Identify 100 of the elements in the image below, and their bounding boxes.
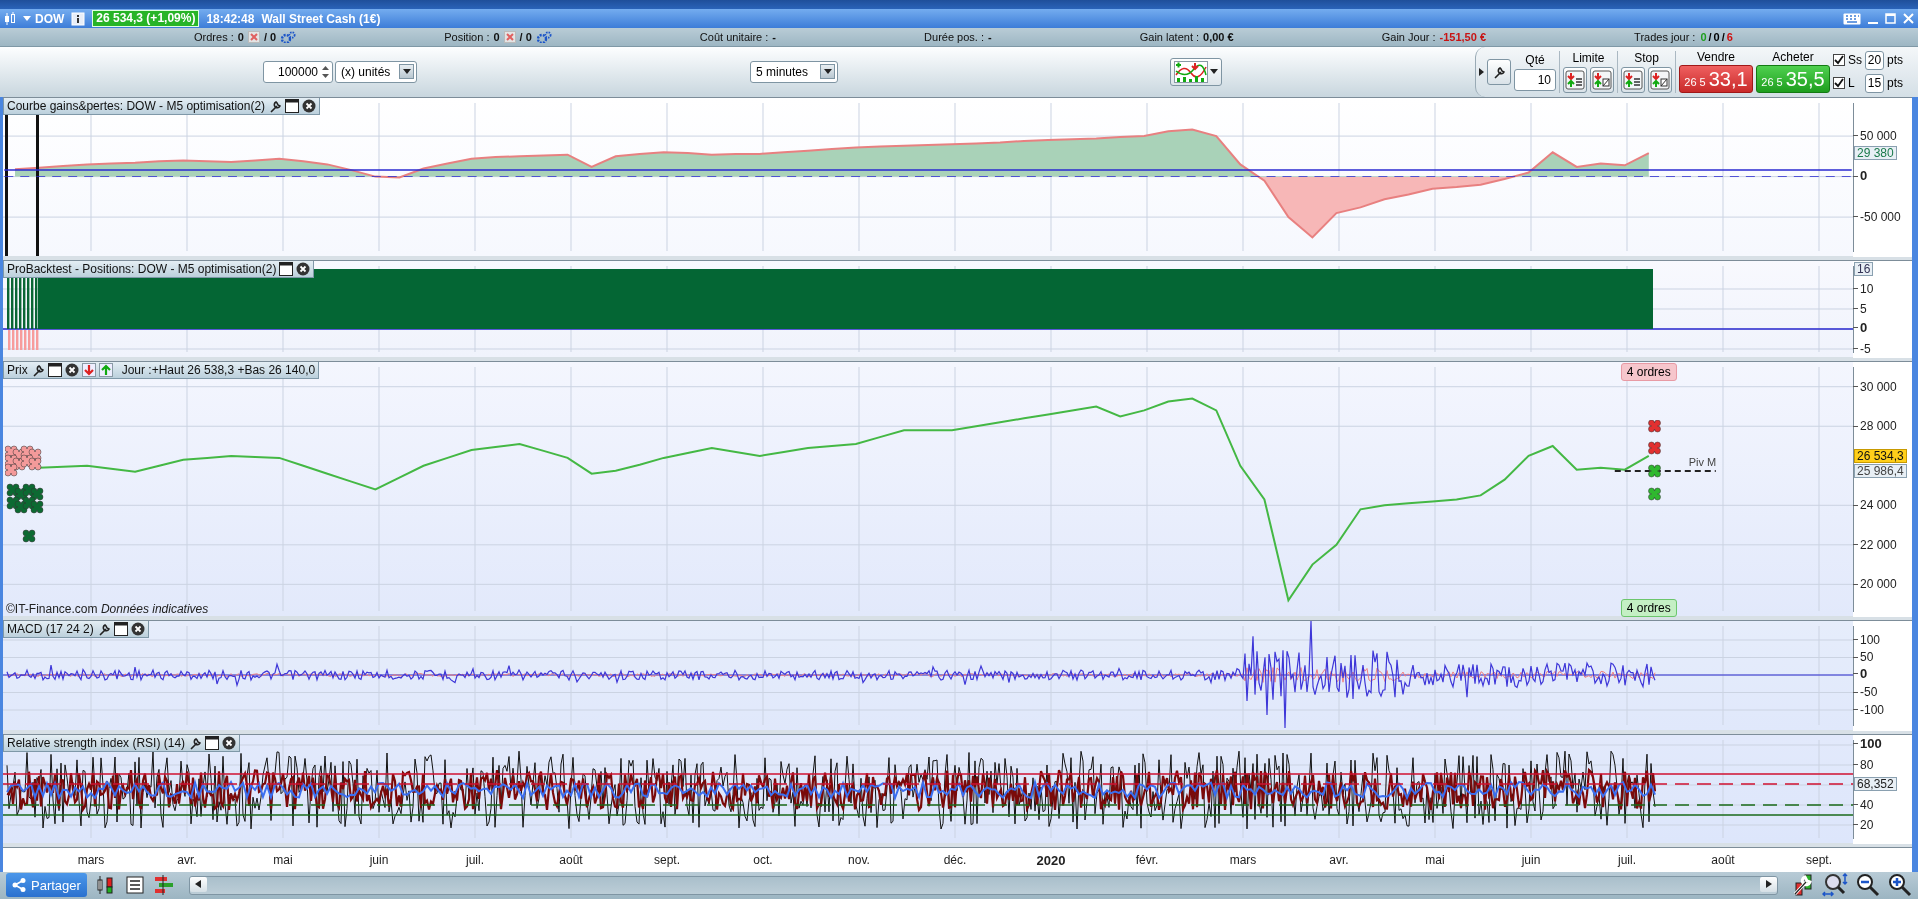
stat-label: Coût unitaire : (699, 30, 769, 43)
stat-label: Gain latent : (1139, 30, 1200, 43)
checkbox-label: Ss (1848, 53, 1862, 68)
unit-dropdown[interactable]: (x) unités (335, 60, 417, 83)
chart-settings-icon[interactable] (1792, 873, 1814, 898)
zoom-fit-icon[interactable] (1822, 873, 1848, 898)
stat-label: Gain Jour : (1381, 30, 1436, 43)
share-button[interactable]: Partager (6, 873, 87, 898)
limit-order-button[interactable] (1590, 66, 1614, 93)
axis-label: 0 (1853, 666, 1868, 681)
stat-value: 0 (493, 30, 500, 43)
checkbox-label: L (1848, 76, 1856, 91)
close-icon[interactable] (302, 98, 317, 113)
order-icon (1565, 69, 1585, 90)
panel-title: Prix (7, 362, 28, 377)
caret-icon (823, 69, 832, 75)
axis-label: 30 000 (1853, 379, 1897, 394)
gear-icon[interactable] (280, 30, 297, 43)
cross-icon[interactable] (247, 30, 260, 43)
axis-label: 20 (1853, 817, 1874, 832)
stop-order-button[interactable] (1621, 66, 1645, 93)
axis-label: 80 (1853, 757, 1874, 772)
maximize-icon[interactable] (1885, 12, 1896, 25)
time-axis-label: mai (1425, 852, 1445, 867)
settings-button[interactable] (1487, 58, 1511, 85)
buy-order-icon[interactable] (98, 362, 113, 377)
caret-icon (402, 69, 411, 75)
window-icon[interactable] (279, 261, 294, 276)
window-icon[interactable] (113, 621, 128, 636)
expand-arrow-icon[interactable] (1479, 67, 1484, 76)
time-axis-label: avr. (177, 852, 197, 867)
cross-icon[interactable] (503, 30, 516, 43)
value-tag: 68,352 (1854, 776, 1897, 791)
axis-label: -5 (1853, 341, 1871, 356)
close-icon[interactable] (130, 621, 145, 636)
panel-title: MACD (17 24 2) (7, 621, 94, 636)
stat-label: Ordres : (194, 30, 234, 43)
quantity-spinner[interactable]: 100000 (263, 60, 333, 83)
close-icon[interactable] (296, 261, 311, 276)
axis-label: 10 (1853, 281, 1874, 296)
time-axis-label: févr. (1135, 852, 1159, 867)
gear-icon[interactable] (535, 30, 552, 43)
checkbox[interactable] (1833, 77, 1845, 90)
close-icon[interactable] (64, 362, 79, 377)
caret-icon (23, 15, 31, 22)
axis-label: 22 000 (1853, 537, 1897, 552)
window-icon[interactable] (47, 362, 62, 377)
axis-label: 40 (1853, 797, 1874, 812)
time-axis-label: déc. (943, 852, 967, 867)
stat-value: -151,50 € (1439, 30, 1486, 43)
axis-label: -50 000 (1853, 209, 1901, 224)
stop-order-button[interactable] (1648, 66, 1672, 93)
time-axis-label: juin (1521, 852, 1541, 867)
points-field[interactable]: 20 (1865, 50, 1884, 70)
keyboard-icon[interactable] (1843, 12, 1861, 25)
sell-button[interactable]: 26 5 33,1 (1679, 65, 1753, 94)
pivot-label: Piv M (1688, 455, 1717, 468)
stat-label: Trades jour : (1634, 30, 1696, 43)
tick-icon (1834, 55, 1844, 66)
stat-label: Position : (444, 30, 490, 43)
day-range-text: Jour :+Haut 26 538,3 +Bas 26 140,0 (121, 362, 316, 377)
zoom-in-icon[interactable] (1888, 873, 1912, 898)
stop-label: Stop (1634, 50, 1659, 65)
axis-label: 50 000 (1853, 128, 1897, 143)
limit-label: Limite (1572, 50, 1605, 65)
copyright-notice: ©IT-Finance.com Données indicatives (6, 601, 209, 616)
wrench-icon[interactable] (268, 98, 283, 113)
info-icon[interactable] (71, 11, 86, 26)
close-icon[interactable] (222, 735, 237, 750)
zoom-out-icon[interactable] (1856, 873, 1880, 898)
time-axis-label: avr. (1329, 852, 1349, 867)
time-axis-label: juil. (1618, 852, 1636, 867)
indicator-button[interactable] (1170, 57, 1222, 86)
stat-value: - (988, 30, 992, 43)
sell-order-icon[interactable] (81, 362, 96, 377)
scroll-right-icon[interactable] (1765, 880, 1772, 889)
bars-icon[interactable] (152, 875, 175, 896)
panel-title: ProBacktest - Positions: DOW - M5 optimisation(2) (7, 261, 277, 276)
list-icon[interactable] (124, 875, 145, 896)
instrument-name: Wall Street Cash (1€) (261, 11, 381, 26)
window-icon[interactable] (205, 735, 220, 750)
scroll-left-icon[interactable] (195, 880, 202, 889)
stat-value: / 0 (519, 30, 532, 43)
spinner-arrows-icon[interactable] (321, 63, 330, 80)
time-axis-label: sept. (654, 852, 680, 867)
indicator-chart-icon (1174, 60, 1208, 83)
caret-icon (1210, 69, 1218, 75)
checkbox[interactable] (1833, 54, 1845, 67)
wrench-icon[interactable] (188, 735, 203, 750)
points-field[interactable]: 15 (1865, 73, 1884, 93)
stat-value: - (772, 30, 776, 43)
order-icon (1623, 69, 1643, 90)
axis-label: -100 (1853, 702, 1885, 717)
qty-field[interactable]: 10 (1514, 68, 1556, 91)
time-axis-label: août (1711, 852, 1735, 867)
timeframe-dropdown[interactable]: 5 minutes (750, 60, 838, 83)
wrench-icon (1492, 64, 1506, 79)
scrollbar[interactable] (188, 875, 1778, 895)
limit-order-button[interactable] (1563, 66, 1587, 93)
window-icon[interactable] (285, 98, 300, 113)
